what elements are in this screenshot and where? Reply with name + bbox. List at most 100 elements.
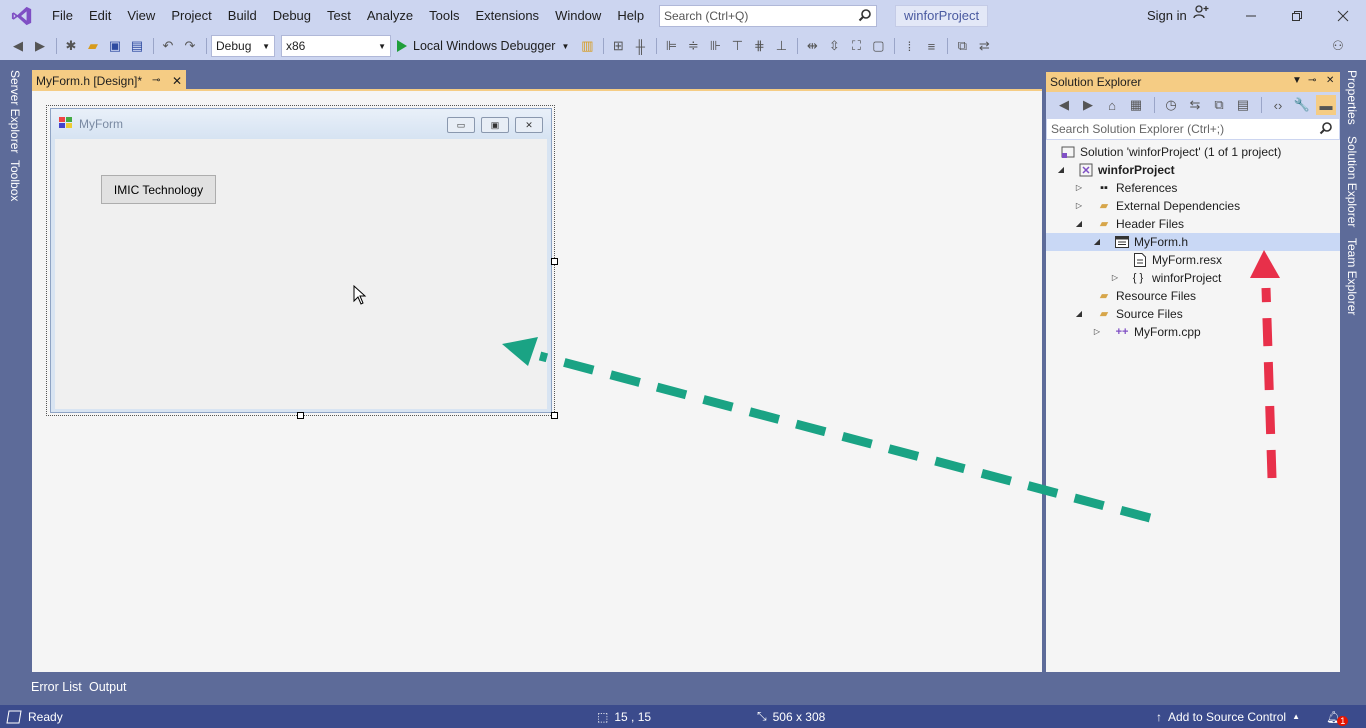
pending-changes-filter-icon[interactable]: ◷: [1161, 95, 1181, 115]
align-lefts-icon[interactable]: ⊫: [661, 36, 681, 56]
server-explorer-tab[interactable]: Server Explorer: [8, 70, 22, 153]
new-project-icon[interactable]: ✱: [61, 36, 81, 56]
redo-icon[interactable]: ↷: [180, 36, 200, 56]
menu-test[interactable]: Test: [319, 0, 359, 32]
tree-item-myform-resx[interactable]: MyForm.resx: [1046, 251, 1340, 269]
tab-order-icon[interactable]: ⇄: [974, 36, 994, 56]
collapsed-arrow-icon[interactable]: ▷: [1110, 269, 1120, 287]
add-to-source-control-button[interactable]: ↑ Add to Source Control ▲: [1156, 710, 1300, 724]
resize-handle-corner[interactable]: [551, 412, 558, 419]
pin-icon[interactable]: ⊸: [152, 75, 160, 86]
menu-extensions[interactable]: Extensions: [467, 0, 547, 32]
collapsed-arrow-icon[interactable]: ▷: [1074, 179, 1084, 197]
align-middles-icon[interactable]: ⋕: [749, 36, 769, 56]
tree-item-myform-h[interactable]: ◢ MyForm.h: [1046, 233, 1340, 251]
show-all-files-icon[interactable]: ▤: [1233, 95, 1253, 115]
expanded-arrow-icon[interactable]: ◢: [1074, 305, 1084, 323]
bring-to-front-icon[interactable]: ⧉: [952, 36, 972, 56]
back-icon[interactable]: ◀: [1054, 95, 1074, 115]
menu-view[interactable]: View: [119, 0, 163, 32]
error-list-tab[interactable]: Error List: [31, 680, 82, 694]
switch-views-icon[interactable]: ▦: [1126, 95, 1146, 115]
form-maximize-button[interactable]: ▣: [481, 117, 509, 133]
tree-item-header-files[interactable]: ◢ ▰ Header Files: [1046, 215, 1340, 233]
resize-handle-right[interactable]: [551, 258, 558, 265]
menu-edit[interactable]: Edit: [81, 0, 119, 32]
expanded-arrow-icon[interactable]: ◢: [1074, 215, 1084, 233]
align-bottoms-icon[interactable]: ⊥: [771, 36, 791, 56]
save-all-icon[interactable]: ▤: [127, 36, 147, 56]
expanded-arrow-icon[interactable]: ◢: [1056, 161, 1066, 179]
make-same-width-icon[interactable]: ⇹: [802, 36, 822, 56]
expanded-arrow-icon[interactable]: ◢: [1092, 233, 1102, 251]
menu-debug[interactable]: Debug: [265, 0, 319, 32]
collapsed-arrow-icon[interactable]: ▷: [1074, 197, 1084, 215]
tab-myform-design[interactable]: MyForm.h [Design]* ⊸ ✕: [32, 70, 186, 91]
layout-grid-icon[interactable]: ⊞: [608, 36, 628, 56]
imic-technology-button[interactable]: IMIC Technology: [101, 175, 216, 204]
navigate-back-icon[interactable]: ◀: [8, 36, 28, 56]
navigate-forward-icon[interactable]: ▶: [30, 36, 50, 56]
form-designer-surface[interactable]: MyForm ▭ ▣ ✕ IMIC Technology: [32, 91, 1042, 672]
sign-in-button[interactable]: Sign in: [1147, 0, 1209, 32]
global-search-input[interactable]: Search (Ctrl+Q): [659, 5, 877, 27]
solution-explorer-search-input[interactable]: Search Solution Explorer (Ctrl+;): [1046, 118, 1340, 140]
forward-icon[interactable]: ▶: [1078, 95, 1098, 115]
align-rights-icon[interactable]: ⊪: [705, 36, 725, 56]
tree-item-resource-files[interactable]: ▰ Resource Files: [1046, 287, 1340, 305]
form-client-area[interactable]: IMIC Technology: [55, 139, 547, 409]
team-explorer-tab[interactable]: Team Explorer: [1345, 238, 1359, 315]
tree-item-references[interactable]: ▷ ▪▪ References: [1046, 179, 1340, 197]
collapse-all-icon[interactable]: ⧉: [1209, 95, 1229, 115]
output-tab[interactable]: Output: [89, 680, 127, 694]
align-tops-icon[interactable]: ⊤: [727, 36, 747, 56]
home-icon[interactable]: ⌂: [1102, 95, 1122, 115]
notifications-button[interactable]: 🔔︎ 1: [1326, 708, 1349, 726]
undo-icon[interactable]: ↶: [158, 36, 178, 56]
properties-tab[interactable]: Properties: [1345, 70, 1359, 125]
make-same-size-icon[interactable]: ▢: [868, 36, 888, 56]
preview-selected-items-icon[interactable]: ▬: [1316, 95, 1336, 115]
window-position-dropdown-icon[interactable]: ▼: [1292, 75, 1302, 86]
resize-handle-bottom[interactable]: [297, 412, 304, 419]
minimize-window-button[interactable]: [1228, 0, 1274, 32]
open-file-icon[interactable]: ▰: [83, 36, 103, 56]
solution-platform-select[interactable]: x86 ▼: [281, 35, 391, 57]
close-window-button[interactable]: [1320, 0, 1366, 32]
make-same-height-icon[interactable]: ⇳: [824, 36, 844, 56]
form-close-button[interactable]: ✕: [515, 117, 543, 133]
live-share-icon[interactable]: ⚇: [1328, 36, 1348, 56]
size-to-grid-icon[interactable]: ⛶: [846, 36, 866, 56]
tree-item-namespace[interactable]: ▷ { } winforProject: [1046, 269, 1340, 287]
menu-tools[interactable]: Tools: [421, 0, 467, 32]
form-minimize-button[interactable]: ▭: [447, 117, 475, 133]
view-code-icon[interactable]: ‹›: [1268, 95, 1288, 115]
toolbox-tab[interactable]: Toolbox: [8, 160, 22, 201]
tree-item-source-files[interactable]: ◢ ▰ Source Files: [1046, 305, 1340, 323]
menu-analyze[interactable]: Analyze: [359, 0, 421, 32]
tree-item-myform-cpp[interactable]: ▷ ++ MyForm.cpp: [1046, 323, 1340, 341]
menu-file[interactable]: File: [44, 0, 81, 32]
menu-help[interactable]: Help: [609, 0, 652, 32]
start-debugger-button[interactable]: Local Windows Debugger ▼: [397, 39, 569, 53]
close-icon[interactable]: ✕: [172, 74, 182, 88]
collapsed-arrow-icon[interactable]: ▷: [1092, 323, 1102, 341]
browse-icon[interactable]: ▥: [577, 36, 597, 56]
tree-item-solution[interactable]: Solution 'winforProject' (1 of 1 project…: [1046, 143, 1340, 161]
align-centers-icon[interactable]: ≑: [683, 36, 703, 56]
horizontal-spacing-icon[interactable]: ⁞: [899, 36, 919, 56]
tree-item-external-dependencies[interactable]: ▷ ▰ External Dependencies: [1046, 197, 1340, 215]
solution-configuration-select[interactable]: Debug ▼: [211, 35, 275, 57]
properties-wrench-icon[interactable]: 🔧: [1292, 95, 1312, 115]
auto-hide-pin-icon[interactable]: ⊸: [1308, 75, 1316, 86]
vertical-spacing-icon[interactable]: ≡: [921, 36, 941, 56]
align-to-grid-icon[interactable]: ╫: [630, 36, 650, 56]
tree-item-project[interactable]: ◢ winforProject: [1046, 161, 1340, 179]
menu-project[interactable]: Project: [163, 0, 219, 32]
restore-window-button[interactable]: [1274, 0, 1320, 32]
save-icon[interactable]: ▣: [105, 36, 125, 56]
close-icon[interactable]: ✕: [1326, 75, 1334, 86]
solution-explorer-tab[interactable]: Solution Explorer: [1345, 136, 1359, 227]
menu-build[interactable]: Build: [220, 0, 265, 32]
sync-with-document-icon[interactable]: ⇆: [1185, 95, 1205, 115]
